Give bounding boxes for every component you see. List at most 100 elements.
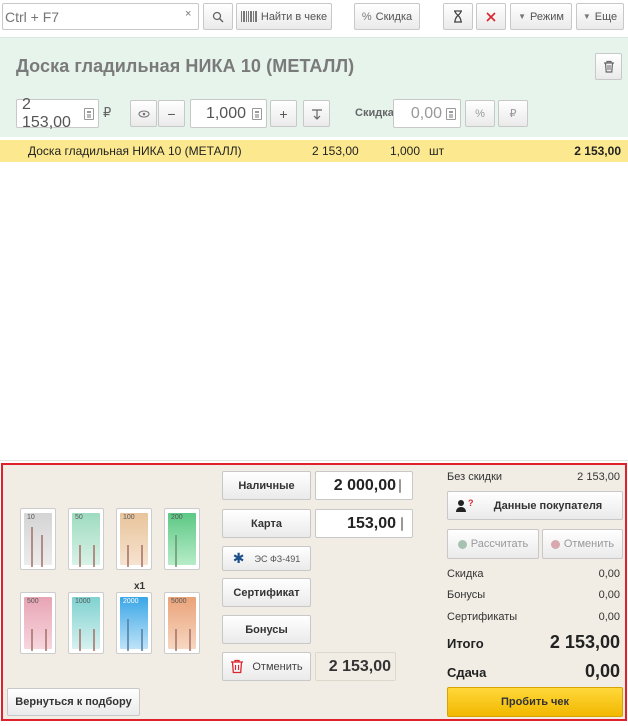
cancel-calculation-icon — [550, 539, 560, 549]
customer-data-label: Данные покупателя — [493, 499, 603, 512]
mode-dropdown[interactable]: ▼ Режим — [510, 3, 572, 30]
cancel-calculation-button[interactable]: Отменить — [542, 529, 623, 559]
ruble-icon: ₽ — [509, 107, 517, 120]
top-toolbar: × Найти в чеке % Скидка ▼ Режим ▼ Еще — [0, 0, 628, 36]
payment-panel: 10 50 100 200 x1 500 1000 2000 5000 Верн — [1, 463, 627, 721]
user-question-icon: ? — [456, 499, 474, 512]
print-receipt-button[interactable]: Пробить чек — [447, 687, 623, 717]
text-split-icon — [311, 108, 322, 120]
calculate-button[interactable]: Рассчитать — [447, 529, 539, 559]
banknote-label: 2000 — [123, 598, 139, 605]
product-edit-panel: Доска гладильная НИКА 10 (МЕТАЛЛ) 2 153,… — [0, 37, 628, 137]
banknote-10[interactable]: 10 — [20, 508, 56, 570]
search-button[interactable] — [203, 3, 233, 30]
banknote-50[interactable]: 50 — [68, 508, 104, 570]
discount-ruble-button[interactable]: ₽ — [498, 100, 528, 127]
close-icon — [486, 11, 496, 22]
cancel-payment-button[interactable]: Отменить — [222, 652, 311, 681]
banknote-5000[interactable]: 5000 — [164, 592, 200, 654]
clear-search-icon[interactable]: × — [185, 8, 191, 20]
cancel-amount-field: 2 153,00 — [315, 652, 396, 681]
es-label: ЭС ФЗ-491 — [254, 553, 301, 564]
customer-data-button[interactable]: ? Данные покупателя — [447, 491, 623, 520]
search-icon — [212, 11, 224, 23]
discount-percent-button[interactable]: % — [465, 100, 495, 127]
banknote-200[interactable]: 200 — [164, 508, 200, 570]
plus-icon: + — [279, 105, 288, 122]
calculator-icon[interactable] — [401, 517, 403, 531]
card-amount-field[interactable]: 153,00 — [315, 509, 413, 538]
find-in-receipt-button[interactable]: Найти в чеке — [236, 3, 332, 30]
increase-quantity-button[interactable]: + — [270, 100, 297, 127]
no-discount-label: Без скидки — [447, 471, 503, 483]
certificate-button[interactable]: Сертификат — [222, 578, 311, 607]
calculator-icon[interactable] — [446, 107, 456, 120]
cash-label: Наличные — [238, 479, 295, 492]
quantity-value: 1,000 — [205, 104, 246, 122]
banknote-100[interactable]: 100 — [116, 508, 152, 570]
search-input[interactable] — [2, 3, 199, 30]
banknote-label: 50 — [75, 514, 83, 521]
bonuses-label: Бонусы — [245, 623, 288, 636]
trash-icon — [231, 659, 244, 674]
cancel-calculation-label: Отменить — [563, 538, 615, 550]
total-label: Итого — [447, 636, 484, 651]
calculate-icon — [457, 539, 467, 549]
price-value: 2 153,00 — [22, 95, 71, 131]
summary-bonuses-value: 0,00 — [598, 589, 620, 601]
currency-sign: ₽ — [103, 106, 112, 121]
banknote-label: 500 — [27, 598, 39, 605]
chevron-down-icon: ▼ — [582, 12, 591, 21]
chevron-down-icon: ▼ — [518, 12, 526, 21]
discount-toolbar-button[interactable]: % Скидка — [354, 3, 420, 30]
discount-toolbar-label: Скидка — [375, 10, 413, 23]
discount-field[interactable]: 0,00 — [393, 99, 461, 128]
mode-label: Режим — [530, 10, 564, 23]
banknote-2000[interactable]: 2000 — [116, 592, 152, 654]
barcode-icon — [240, 11, 257, 22]
receipt-list-empty-area — [0, 162, 628, 461]
change-value: 0,00 — [584, 661, 620, 681]
price-field[interactable]: 2 153,00 — [16, 96, 99, 131]
row-item-name: Доска гладильная НИКА 10 (МЕТАЛЛ) — [28, 144, 242, 158]
summary-certificates-value: 0,00 — [598, 611, 620, 623]
view-button[interactable] — [130, 100, 157, 127]
row-unit: шт — [429, 144, 445, 158]
delete-receipt-button[interactable] — [476, 3, 506, 30]
calculate-label: Рассчитать — [470, 538, 529, 550]
split-button[interactable] — [303, 100, 330, 127]
delete-item-button[interactable] — [595, 53, 622, 80]
calculator-icon[interactable] — [252, 107, 262, 120]
more-dropdown[interactable]: ▼ Еще — [576, 3, 624, 30]
decrease-quantity-button[interactable]: − — [158, 100, 185, 127]
quantity-field[interactable]: 1,000 — [190, 99, 267, 128]
minus-icon: − — [167, 105, 176, 122]
back-to-selection-button[interactable]: Вернуться к подбору — [7, 688, 140, 716]
percent-icon: % — [361, 10, 372, 23]
calculator-icon[interactable] — [84, 107, 94, 120]
summary-certificates-label: Сертификаты — [447, 611, 518, 623]
percent-icon: % — [475, 107, 485, 120]
discount-label: Скидка — [355, 107, 394, 119]
banknote-label: 5000 — [171, 598, 187, 605]
discount-value: 0,00 — [410, 104, 442, 122]
summary-discount-label: Скидка — [447, 568, 484, 580]
find-in-receipt-label: Найти в чеке — [260, 10, 328, 23]
es-certificate-button[interactable]: ✱ ЭС ФЗ-491 — [222, 546, 311, 571]
snowflake-icon: ✱ — [232, 550, 245, 566]
cancel-amount: 2 153,00 — [328, 657, 391, 675]
banknote-1000[interactable]: 1000 — [68, 592, 104, 654]
card-label: Карта — [250, 517, 283, 530]
card-amount: 153,00 — [347, 514, 396, 532]
banknote-multiplier: x1 — [134, 581, 146, 592]
eye-icon — [137, 109, 150, 118]
bonuses-button[interactable]: Бонусы — [222, 615, 311, 644]
card-button[interactable]: Карта — [222, 509, 311, 538]
timer-button[interactable] — [443, 3, 473, 30]
calculator-icon[interactable] — [399, 479, 401, 493]
no-discount-value: 2 153,00 — [577, 471, 620, 483]
product-title: Доска гладильная НИКА 10 (МЕТАЛЛ) — [16, 56, 355, 76]
cash-button[interactable]: Наличные — [222, 471, 311, 500]
table-row[interactable]: Доска гладильная НИКА 10 (МЕТАЛЛ) 2 153,… — [0, 140, 628, 162]
banknote-500[interactable]: 500 — [20, 592, 56, 654]
